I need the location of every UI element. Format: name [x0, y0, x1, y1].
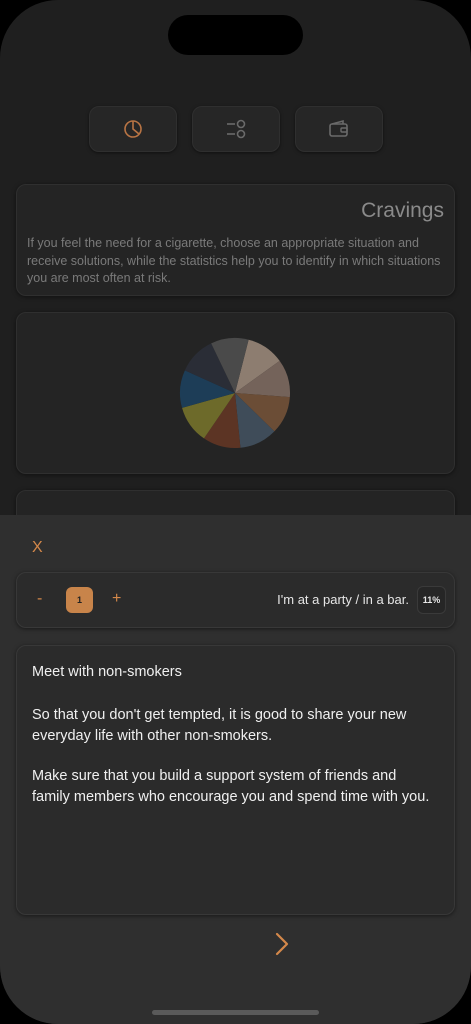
next-solution-button[interactable] — [272, 931, 292, 962]
home-indicator[interactable] — [152, 1010, 319, 1015]
solution-paragraph-1: So that you don't get tempted, it is goo… — [32, 707, 407, 744]
situation-label: I'm at a party / in a bar. — [277, 592, 409, 607]
craving-count: 1 — [66, 587, 93, 613]
cravings-pie-chart — [180, 338, 290, 448]
sliders-check-icon — [227, 119, 246, 139]
chevron-right-icon — [275, 932, 289, 956]
solution-card: Meet with non-smokers So that you don't … — [16, 645, 455, 915]
dynamic-island — [168, 15, 303, 55]
solution-paragraph-2: Make sure that you build a support syste… — [32, 768, 430, 805]
situation-percent-badge: 11% — [417, 586, 446, 614]
tab-settings[interactable] — [192, 106, 280, 152]
tab-statistics[interactable] — [89, 106, 177, 152]
increment-button[interactable]: + — [112, 590, 121, 608]
phone-screen: Cravings If you feel the need for a ciga… — [0, 0, 471, 1024]
close-button[interactable]: X — [32, 539, 43, 557]
solution-title: Meet with non-smokers — [32, 664, 182, 680]
pie-chart-icon — [124, 120, 142, 138]
cravings-title: Cravings — [361, 199, 444, 222]
tab-bar — [89, 106, 383, 152]
tab-wallet[interactable] — [295, 106, 383, 152]
wallet-icon — [329, 119, 348, 137]
cravings-description: If you feel the need for a cigarette, ch… — [27, 236, 441, 285]
decrement-button[interactable]: - — [37, 590, 42, 608]
cravings-chart-card — [16, 312, 455, 474]
cravings-info-card: Cravings If you feel the need for a ciga… — [16, 184, 455, 296]
